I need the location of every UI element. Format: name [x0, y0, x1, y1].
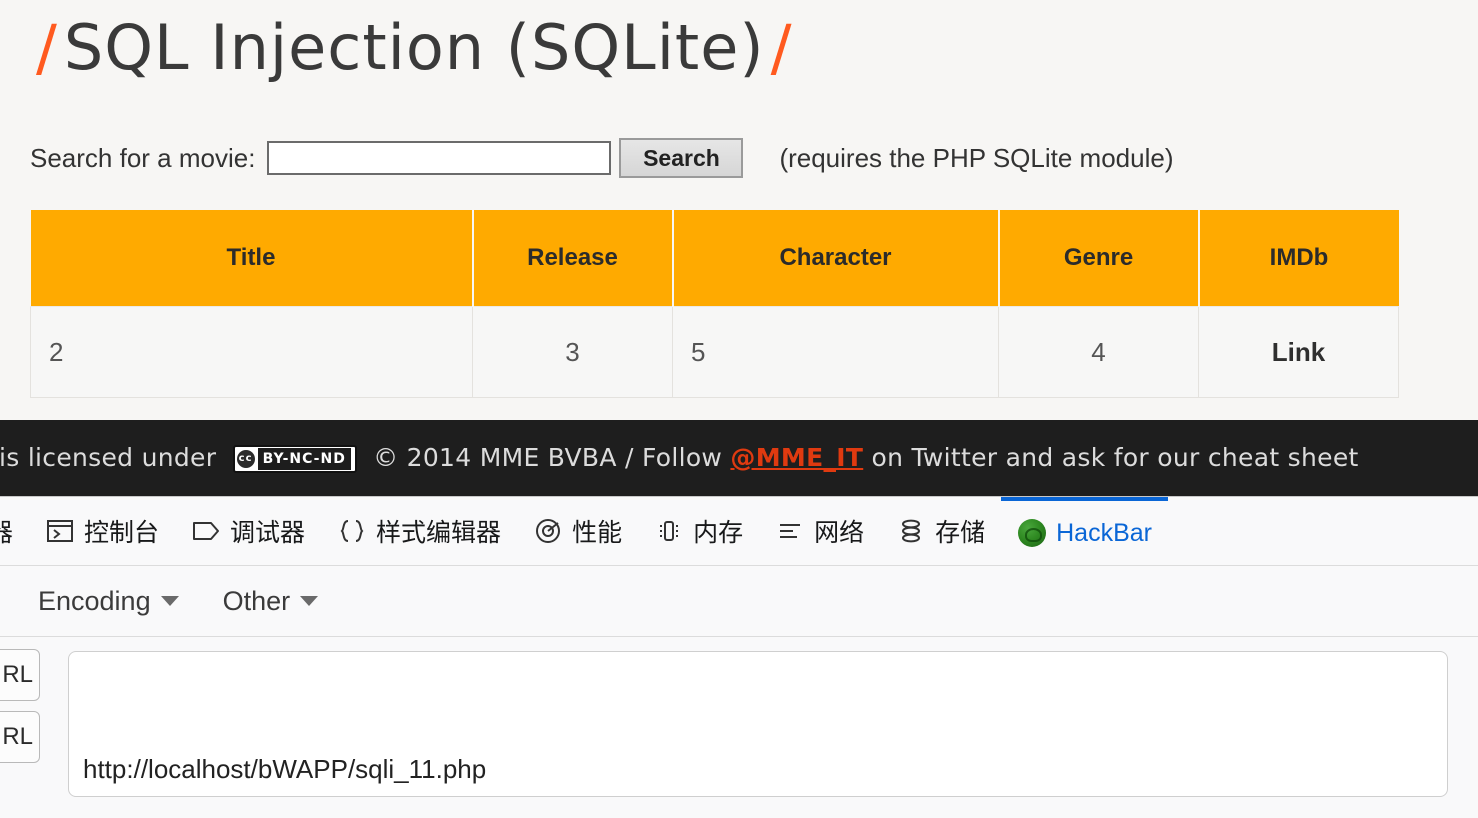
storage-icon	[896, 516, 926, 546]
chevron-down-icon	[160, 596, 179, 606]
hackbar-menu-encoding[interactable]: Encoding	[16, 586, 201, 617]
twitter-handle-link[interactable]: @MME_IT	[730, 443, 863, 472]
url-textarea[interactable]: http://localhost/bWAPP/sqli_11.php ?titl…	[68, 651, 1448, 797]
tab-console-label: 控制台	[84, 519, 160, 547]
tab-network-label: 网络	[814, 519, 865, 547]
column-header-title: Title	[30, 210, 474, 307]
tab-storage-label: 存储	[935, 519, 986, 547]
column-header-release: Release	[472, 210, 674, 307]
hackbar-icon	[1017, 518, 1047, 548]
search-note: (requires the PHP SQLite module)	[779, 142, 1174, 173]
hackbar-menu-other-label: Other	[222, 585, 291, 616]
split-url-button[interactable]: RL	[0, 711, 40, 763]
tab-hackbar[interactable]: HackBar	[1001, 497, 1168, 565]
devtools-panel: 器 控制台 调试器	[0, 496, 1478, 818]
column-header-genre: Genre	[998, 210, 1200, 307]
page-title-text: SQL Injection (SQLite)	[63, 11, 765, 84]
site-footer: PP is licensed under ccBY-NC-ND © 2014 M…	[0, 420, 1478, 496]
screen-root: /SQL Injection (SQLite)/ Search for a mo…	[0, 0, 1478, 818]
search-row: Search for a movie: Search (requires the…	[30, 138, 1173, 178]
bwapp-page: /SQL Injection (SQLite)/ Search for a mo…	[0, 0, 1478, 420]
footer-tail-text: on Twitter and ask for our cheat sheet	[871, 443, 1359, 472]
hackbar-body: RL RL http://localhost/bWAPP/sqli_11.php…	[0, 637, 1478, 818]
movie-results-table: Title Release Character Genre IMDb 2 3 5…	[30, 210, 1399, 398]
search-input[interactable]	[267, 141, 612, 175]
network-icon	[775, 516, 805, 546]
cell-title: 2	[30, 306, 473, 398]
footer-copyright: © 2014 MME BVBA / Follow	[373, 443, 723, 472]
hackbar-menu-sql[interactable]	[0, 596, 16, 606]
style-editor-icon	[337, 516, 367, 546]
tab-memory[interactable]: 内存	[638, 497, 759, 565]
debugger-icon	[191, 516, 221, 546]
tab-storage[interactable]: 存储	[880, 497, 1001, 565]
hackbar-menu-bar: Encoding Other	[0, 566, 1478, 637]
devtools-tab-bar: 器 控制台 调试器	[0, 497, 1478, 566]
cell-character: 5	[672, 306, 999, 398]
cell-imdb-link[interactable]: Link	[1198, 306, 1399, 398]
tab-inspector-label: 器	[0, 513, 13, 549]
url-line-1: http://localhost/bWAPP/sqli_11.php	[83, 754, 487, 784]
table-header-row: Title Release Character Genre IMDb	[30, 210, 1399, 307]
cell-release: 3	[472, 306, 673, 398]
tab-performance[interactable]: 性能	[517, 497, 638, 565]
tab-debugger[interactable]: 调试器	[175, 497, 321, 565]
search-button[interactable]: Search	[619, 138, 744, 178]
chevron-down-icon	[300, 596, 319, 606]
table-row: 2 3 5 4 Link	[30, 306, 1399, 398]
cc-icon: cc	[236, 450, 255, 468]
hackbar-button-column: RL RL	[0, 649, 44, 773]
memory-icon	[654, 516, 684, 546]
page-title: /SQL Injection (SQLite)/	[30, 8, 798, 88]
tab-style-editor-label: 样式编辑器	[376, 519, 502, 547]
tab-memory-label: 内存	[693, 519, 744, 547]
search-label: Search for a movie:	[30, 142, 256, 173]
load-url-button[interactable]: RL	[0, 649, 40, 701]
tab-style-editor[interactable]: 样式编辑器	[321, 497, 517, 565]
performance-icon	[533, 516, 563, 546]
tab-console[interactable]: 控制台	[29, 497, 175, 565]
cell-genre: 4	[998, 306, 1199, 398]
footer-text: PP is licensed under ccBY-NC-ND © 2014 M…	[0, 443, 1359, 473]
tab-debugger-label: 调试器	[230, 519, 306, 547]
footer-license-text: PP is licensed under	[0, 443, 217, 472]
column-header-imdb: IMDb	[1198, 210, 1399, 307]
title-slash-left: /	[36, 11, 58, 84]
console-icon	[45, 516, 75, 546]
tab-inspector[interactable]: 器	[0, 497, 29, 565]
tab-network[interactable]: 网络	[759, 497, 880, 565]
hackbar-menu-encoding-label: Encoding	[38, 585, 151, 616]
tab-performance-label: 性能	[572, 519, 623, 547]
title-slash-right: /	[770, 11, 793, 84]
tab-hackbar-label: HackBar	[1056, 518, 1152, 547]
hackbar-menu-other[interactable]: Other	[201, 586, 341, 617]
creative-commons-badge: cc BY-NC-ND	[232, 445, 357, 473]
column-header-character: Character	[672, 210, 1000, 307]
cc-terms-label: BY-NC-ND	[257, 448, 351, 470]
